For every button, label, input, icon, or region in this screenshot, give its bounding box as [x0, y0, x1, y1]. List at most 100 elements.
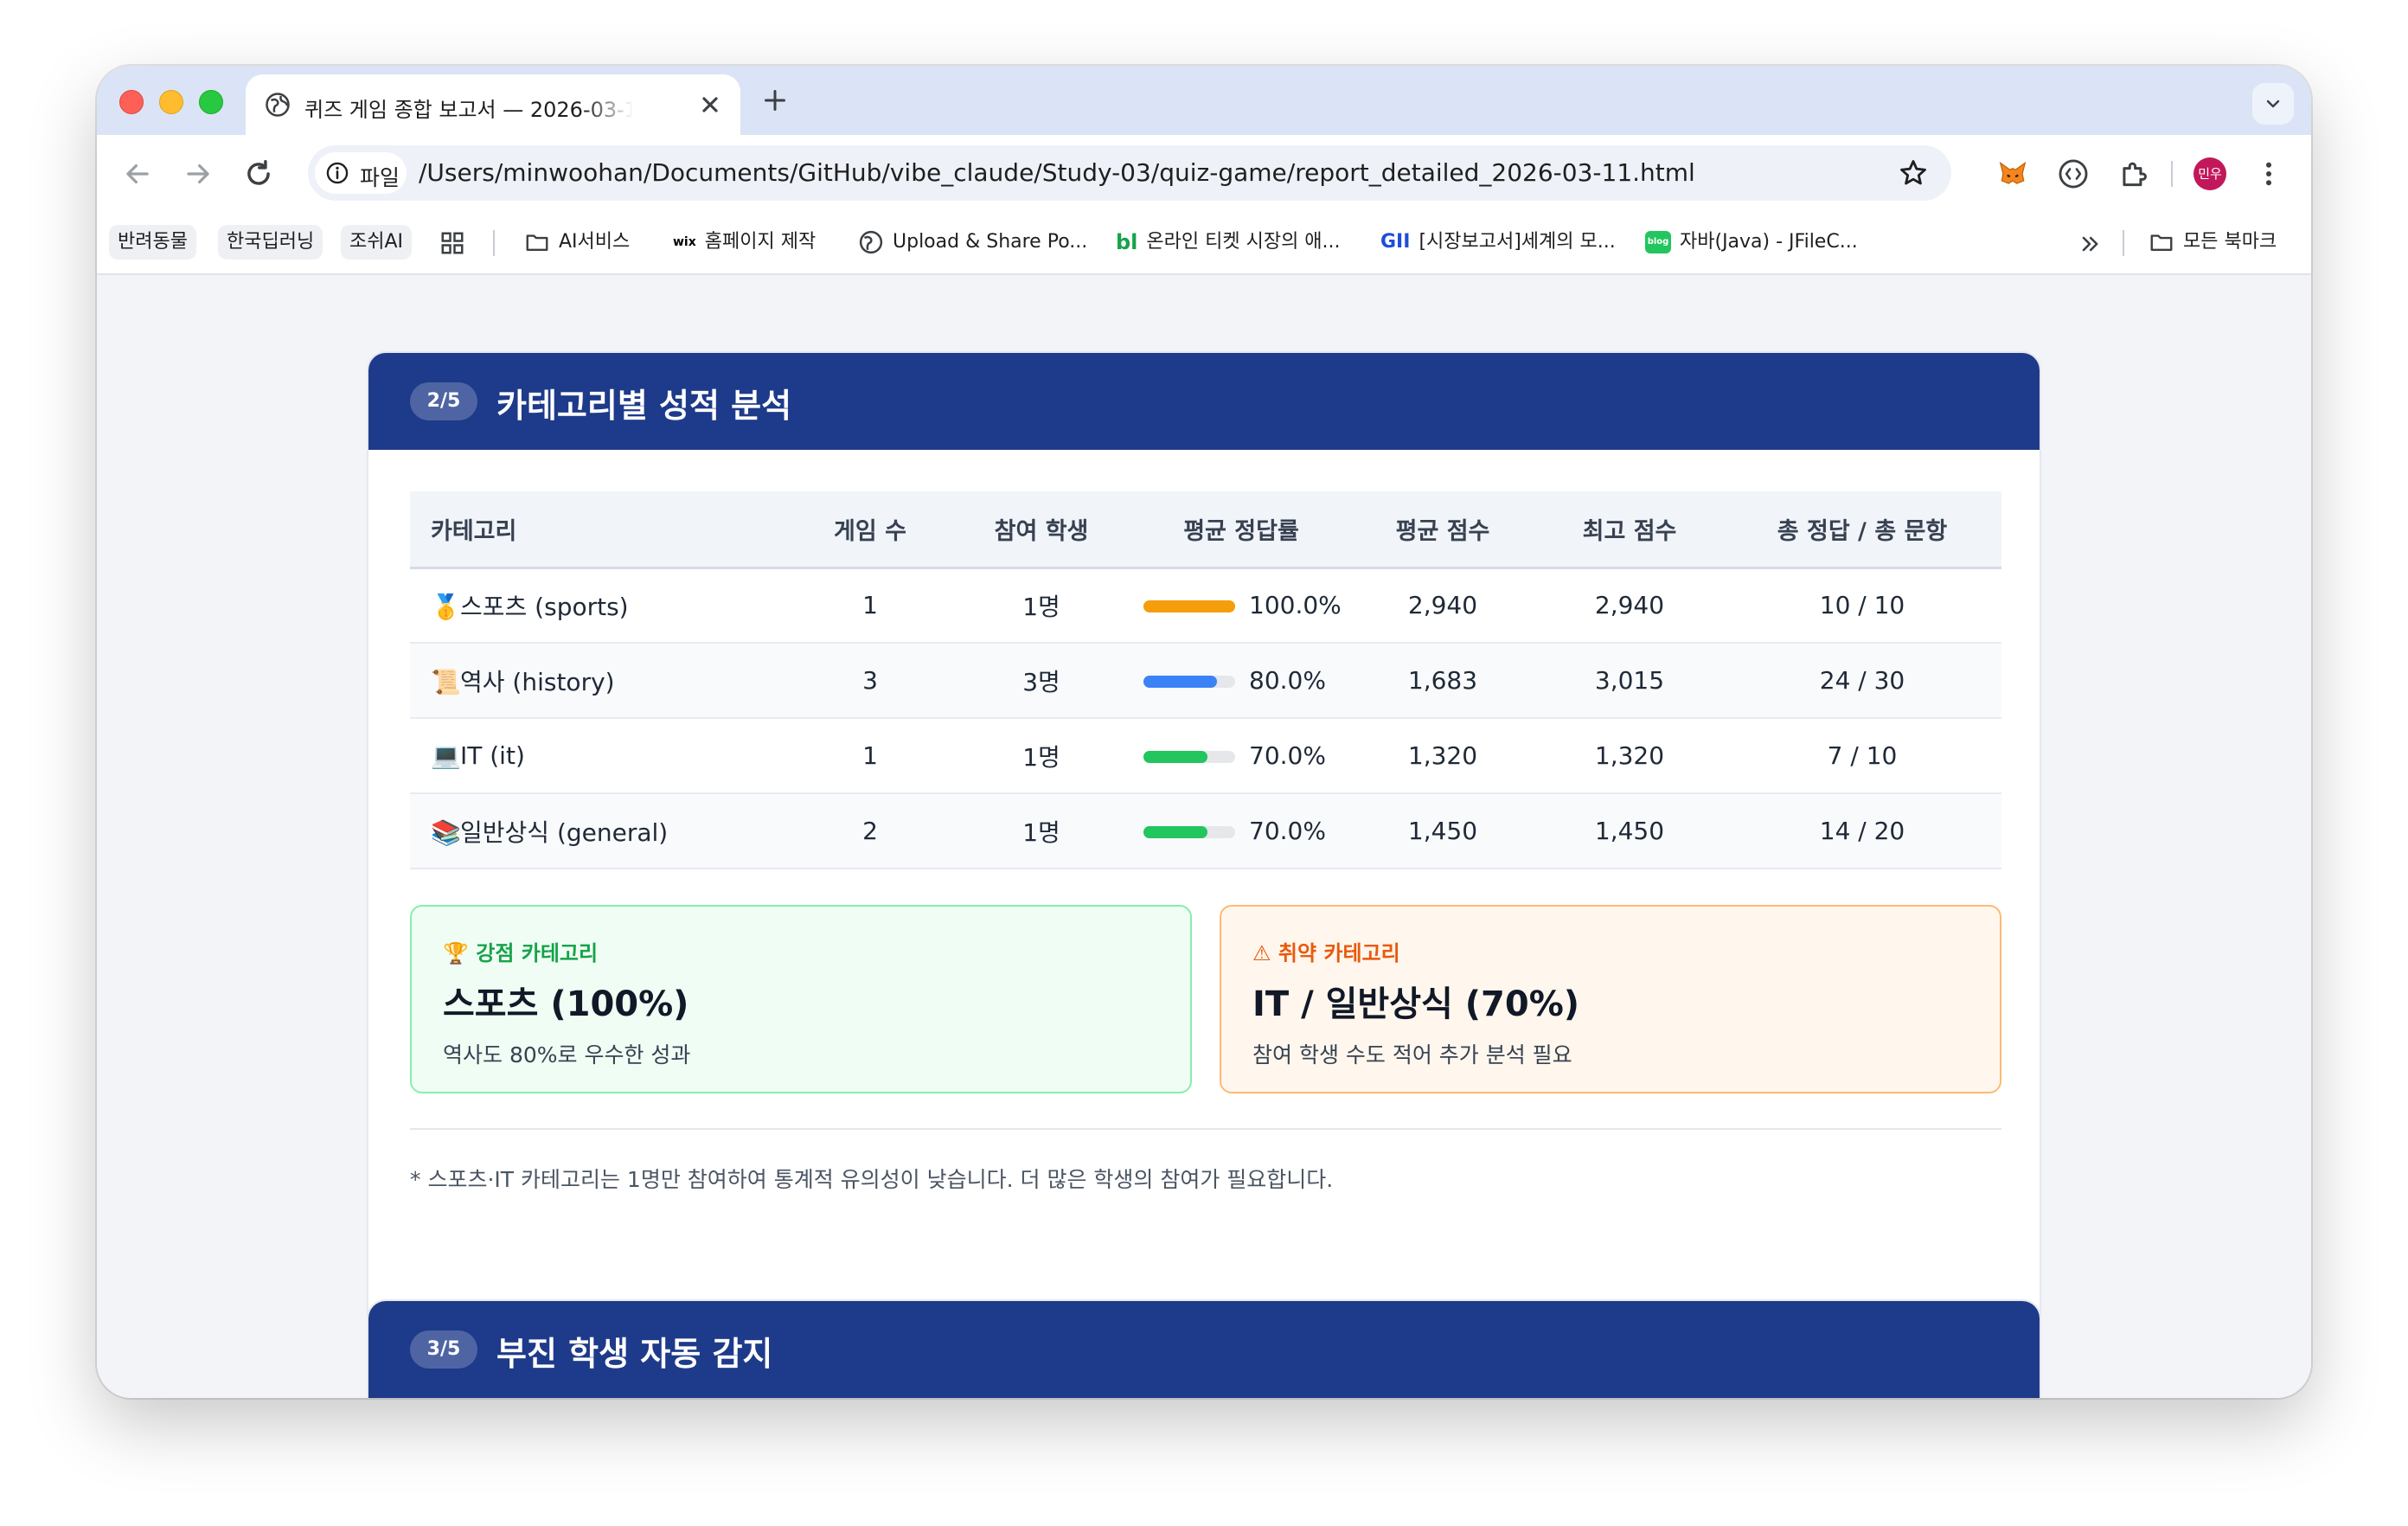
bookmark-label: AI서비스 — [559, 231, 631, 253]
folder-icon — [526, 234, 548, 251]
accuracy-bar — [1143, 676, 1235, 688]
globe-icon — [266, 93, 290, 117]
section-title: 부진 학생 자동 감지 — [496, 1335, 773, 1373]
card-label: 🏆 강점 카테고리 — [443, 941, 599, 965]
correct-total-cell: 14 / 20 — [1723, 793, 2001, 869]
column-header: 평균 정답률 — [1133, 491, 1349, 569]
accuracy-cell: 70.0% — [1133, 718, 1349, 794]
correct-total-cell: 24 / 30 — [1723, 643, 2001, 719]
blog-logo-icon: blog — [1645, 231, 1671, 253]
profile-avatar[interactable]: 민우 — [2193, 157, 2226, 190]
browser-window: 퀴즈 게임 종합 보고서 — 2026-03-11 파일 /Users/minw… — [97, 66, 2311, 1398]
card-title: 스포츠 (100%) — [443, 984, 689, 1024]
correct-total-cell: 7 / 10 — [1723, 718, 2001, 794]
address-bar[interactable]: 파일 /Users/minwoohan/Documents/GitHub/vib… — [308, 145, 1951, 201]
section-header: 3/5 부진 학생 자동 감지 — [368, 1301, 2040, 1398]
accuracy-value: 70.0% — [1249, 817, 1326, 845]
accuracy-cell: 100.0% — [1133, 567, 1349, 644]
chevron-double-right-icon[interactable] — [2078, 232, 2102, 256]
bookmark-label: Upload & Share Po... — [893, 231, 1088, 253]
card-description: 역사도 80%로 우수한 성과 — [443, 1042, 691, 1068]
maximize-window-button[interactable] — [199, 90, 223, 114]
table-row: 🥇스포츠 (sports) 1 1명 100.0% 2,940 2,940 10 / 10 — [410, 567, 2001, 644]
bookmark-label: 자바(Java) - JFileC... — [1680, 231, 1858, 253]
close-window-button[interactable] — [119, 90, 144, 114]
category-name: IT (it) — [460, 741, 525, 770]
metamask-fox-icon[interactable] — [1996, 157, 2029, 190]
card-label: ⚠ 취약 카테고리 — [1252, 941, 1400, 965]
column-header: 게임 수 — [791, 491, 950, 569]
students-cell: 3명 — [950, 643, 1133, 719]
accuracy-bar-fill — [1143, 826, 1208, 838]
accuracy-value: 100.0% — [1249, 591, 1342, 620]
bookmark-item-ticket[interactable]: bl 온라인 티켓 시장의 애... — [1116, 225, 1341, 260]
apps-grid-icon[interactable] — [439, 230, 465, 256]
games-cell: 1 — [791, 567, 950, 644]
avg-score-cell: 1,450 — [1349, 793, 1536, 869]
category-name: 스포츠 (sports) — [460, 592, 629, 621]
site-info-chip[interactable]: 파일 — [315, 152, 407, 194]
category-analysis-section: 2/5 카테고리별 성적 분석 카테고리 게임 수 참여 학생 평균 정답률 평… — [367, 351, 2041, 1344]
section-divider — [410, 1128, 2001, 1130]
bookmark-item-wix[interactable]: wix 홈페이지 제작 — [673, 225, 816, 260]
back-arrow-icon[interactable] — [121, 157, 154, 190]
games-cell: 3 — [791, 643, 950, 719]
reload-icon[interactable] — [242, 157, 275, 190]
struggling-students-section: 3/5 부진 학생 자동 감지 — [367, 1299, 2041, 1398]
bookmark-item[interactable]: 반려동물 — [109, 225, 196, 260]
bookmarks-separator — [2123, 230, 2124, 256]
avg-score-cell: 2,940 — [1349, 567, 1536, 644]
accuracy-bar — [1143, 826, 1235, 838]
section-title: 카테고리별 성적 분석 — [496, 387, 792, 425]
page-content[interactable]: 2/5 카테고리별 성적 분석 카테고리 게임 수 참여 학생 평균 정답률 평… — [97, 275, 2311, 1398]
bookmark-item-java[interactable]: blog 자바(Java) - JFileC... — [1645, 225, 1858, 260]
browser-toolbar: 파일 /Users/minwoohan/Documents/GitHub/vib… — [97, 135, 2311, 213]
category-cell: 📜역사 (history) — [410, 643, 791, 719]
bookmark-item[interactable]: 한국딥러닝 — [218, 225, 323, 260]
bookmark-item-upload[interactable]: Upload & Share Po... — [858, 225, 1087, 260]
accuracy-cell: 80.0% — [1133, 643, 1349, 719]
correct-total-cell: 10 / 10 — [1723, 567, 2001, 644]
code-extension-icon[interactable] — [2057, 157, 2090, 190]
category-table: 카테고리 게임 수 참여 학생 평균 정답률 평균 점수 최고 점수 총 정답 … — [410, 491, 2001, 869]
avg-score-cell: 1,683 — [1349, 643, 1536, 719]
chevron-down-icon — [2266, 99, 2280, 108]
globe-icon — [859, 230, 883, 254]
strong-category-card: 🏆 강점 카테고리 스포츠 (100%) 역사도 80%로 우수한 성과 — [410, 905, 1192, 1093]
puzzle-extensions-icon[interactable] — [2117, 157, 2150, 190]
bookmark-item-report[interactable]: GII [시장보고서]세계의 모... — [1380, 225, 1616, 260]
category-icon: 📜 — [431, 667, 461, 696]
card-title: IT / 일반상식 (70%) — [1252, 984, 1580, 1024]
bookmark-folder-ai[interactable]: AI서비스 — [524, 225, 630, 260]
folder-icon — [2150, 234, 2173, 251]
max-score-cell: 1,320 — [1536, 718, 1723, 794]
toolbar-separator — [2171, 161, 2173, 187]
section-step-badge: 3/5 — [410, 1330, 477, 1369]
max-score-cell: 2,940 — [1536, 567, 1723, 644]
close-tab-icon[interactable] — [695, 90, 725, 119]
tab-search-button[interactable] — [2252, 83, 2294, 125]
table-row: 📜역사 (history) 3 3명 80.0% 1,683 3,015 24 / 30 — [410, 643, 2001, 719]
url-text[interactable]: /Users/minwoohan/Documents/GitHub/vibe_c… — [419, 158, 1695, 187]
info-icon — [326, 162, 349, 184]
max-score-cell: 1,450 — [1536, 793, 1723, 869]
accuracy-cell: 70.0% — [1133, 793, 1349, 869]
forward-arrow-icon[interactable] — [182, 157, 215, 190]
kebab-menu-icon[interactable] — [2252, 157, 2285, 190]
category-cell: 💻IT (it) — [410, 718, 791, 794]
minimize-window-button[interactable] — [159, 90, 183, 114]
bookmark-star-icon[interactable] — [1898, 157, 1929, 189]
bookmark-label: 온라인 티켓 시장의 애... — [1146, 231, 1341, 253]
column-header: 평균 점수 — [1349, 491, 1536, 569]
table-row: 💻IT (it) 1 1명 70.0% 1,320 1,320 7 / 10 — [410, 718, 2001, 794]
gii-logo-icon: GII — [1380, 231, 1411, 253]
bookmark-item[interactable]: 조쉬AI — [341, 225, 413, 260]
active-tab[interactable]: 퀴즈 게임 종합 보고서 — 2026-03-11 — [246, 74, 740, 135]
new-tab-icon[interactable] — [759, 85, 791, 116]
section-step-badge: 2/5 — [410, 382, 477, 420]
all-bookmarks-folder[interactable]: 모든 북마크 — [2149, 225, 2277, 260]
accuracy-bar-fill — [1143, 751, 1208, 763]
site-info-label: 파일 — [360, 165, 400, 190]
section-header: 2/5 카테고리별 성적 분석 — [368, 353, 2040, 450]
column-header: 카테고리 — [410, 491, 791, 569]
